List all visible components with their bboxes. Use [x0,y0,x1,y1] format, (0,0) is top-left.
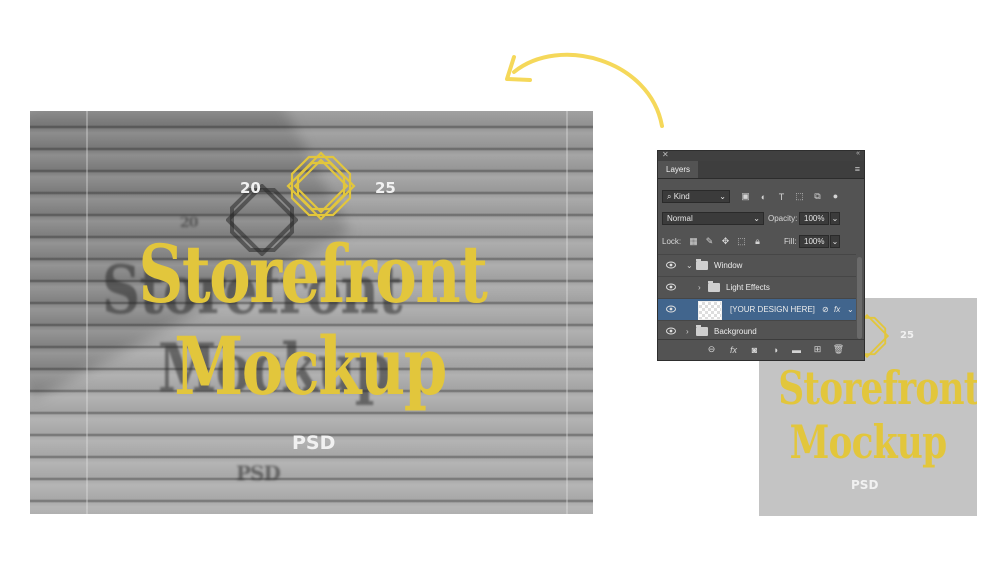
layer-row-light-effects[interactable]: › Light Effects [658,276,856,298]
lock-image-icon[interactable]: ✎ [704,236,715,247]
opacity-chevron-icon[interactable]: ⌄ [830,212,840,225]
folder-icon [696,325,708,336]
subtitle-psd: PSD [292,432,336,454]
eye-icon[interactable] [666,261,676,269]
shape-layer-filter-icon[interactable]: ⬚ [794,191,805,202]
preview-title-line2: Mockup [789,415,948,469]
blend-row: Normal ⌄ Opacity: 100% ⌄ [658,211,864,227]
title-line1: Storefront [138,227,488,321]
preview-year: 25 [900,330,914,341]
design-artwork: 20 25 Storefront Mockup PSD [30,111,593,514]
opacity-label: Opacity: [768,214,798,223]
add-style-icon[interactable]: fx [728,344,739,355]
year-right: 25 [375,179,396,197]
lock-all-icon[interactable]: 🔒︎ [752,236,763,247]
adjustment-layer-filter-icon[interactable]: ◐ [758,191,769,202]
tab-layers[interactable]: Layers [658,161,698,178]
lock-row: Lock: ▦ ✎ ✥ ⬚ 🔒︎ Fill: 100% ⌄ [658,234,864,250]
collapse-panel-icon[interactable]: « [856,150,860,157]
search-icon: ⌕ [667,192,672,201]
eye-icon[interactable] [666,327,676,335]
layers-scrollbar[interactable] [857,257,862,339]
year-left: 20 [240,179,261,197]
chevron-down-icon: ⌄ [753,214,760,223]
trash-icon[interactable]: 🗑︎ [833,344,844,355]
preview-title-line1: Storefront [778,361,977,415]
close-icon[interactable]: ✕ [662,150,669,159]
smart-object-filter-icon[interactable]: ⧉ [812,191,823,202]
curved-arrow-icon [505,52,664,128]
new-adjustment-icon[interactable]: ◑ [770,344,781,355]
folder-icon [696,259,708,270]
link-icon[interactable]: ⊘ [822,299,829,320]
folder-icon [708,281,720,292]
eye-icon[interactable] [666,283,676,291]
blend-mode-value: Normal [667,214,693,223]
panel-menu-icon[interactable]: ≡ [855,164,860,174]
chevron-right-icon[interactable]: › [698,277,701,298]
octagon-logo-icon [286,151,356,221]
blend-mode-select[interactable]: Normal ⌄ [662,212,764,225]
fill-input[interactable]: 100% [799,235,829,248]
new-group-icon[interactable]: ▬ [791,344,802,355]
layer-name: Light Effects [726,283,770,292]
chevron-down-icon[interactable]: ⌄ [686,255,693,276]
storefront-mockup-image: 20 Storefront Mockup PSD 20 25 Storefron… [30,111,593,514]
fill-label: Fill: [784,237,797,246]
chevron-down-icon[interactable]: ⌄ [847,299,854,320]
filter-kind-value: Kind [673,192,690,201]
lock-artboard-icon[interactable]: ⬚ [736,236,747,247]
chevron-down-icon: ⌄ [719,192,726,201]
eye-icon[interactable] [666,305,676,313]
lock-transparent-icon[interactable]: ▦ [688,236,699,247]
filter-toggle-icon[interactable]: ● [830,190,841,201]
fill-chevron-icon[interactable]: ⌄ [830,235,840,248]
layers-bottom-toolbar: ⊖ fx ◙ ◑ ▬ ⊞ 🗑︎ [658,339,864,360]
panel-tab-row: Layers ≡ [658,161,864,179]
link-layers-icon[interactable]: ⊖ [706,344,717,355]
type-layer-filter-icon[interactable]: T [776,191,787,202]
layer-row-your-design[interactable]: [YOUR DESIGN HERE] ⊘ fx ⌄ [658,298,856,320]
new-layer-icon[interactable]: ⊞ [812,344,823,355]
pixel-layer-filter-icon[interactable]: ▣ [740,191,751,202]
opacity-input[interactable]: 100% [799,212,829,225]
preview-subtitle: PSD [851,478,879,492]
smart-object-thumbnail [698,301,722,320]
layer-name: Window [714,261,743,270]
layer-row-window[interactable]: ⌄ Window [658,254,856,276]
add-mask-icon[interactable]: ◙ [749,344,760,355]
lock-label: Lock: [662,237,682,246]
fx-icon[interactable]: fx [834,299,840,320]
filter-kind-select[interactable]: ⌕ Kind ⌄ [662,190,730,203]
filter-row: ⌕ Kind ⌄ ▣ ◐ T ⬚ ⧉ ● [658,189,864,205]
layer-name: [YOUR DESIGN HERE] [730,305,815,314]
lock-position-icon[interactable]: ✥ [720,236,731,247]
title-line2: Mockup [174,319,447,413]
layers-panel: ✕ « Layers ≡ ⌕ Kind ⌄ ▣ ◐ T ⬚ ⧉ ● Normal… [657,150,865,361]
panel-title-bar: ✕ « [658,150,864,161]
